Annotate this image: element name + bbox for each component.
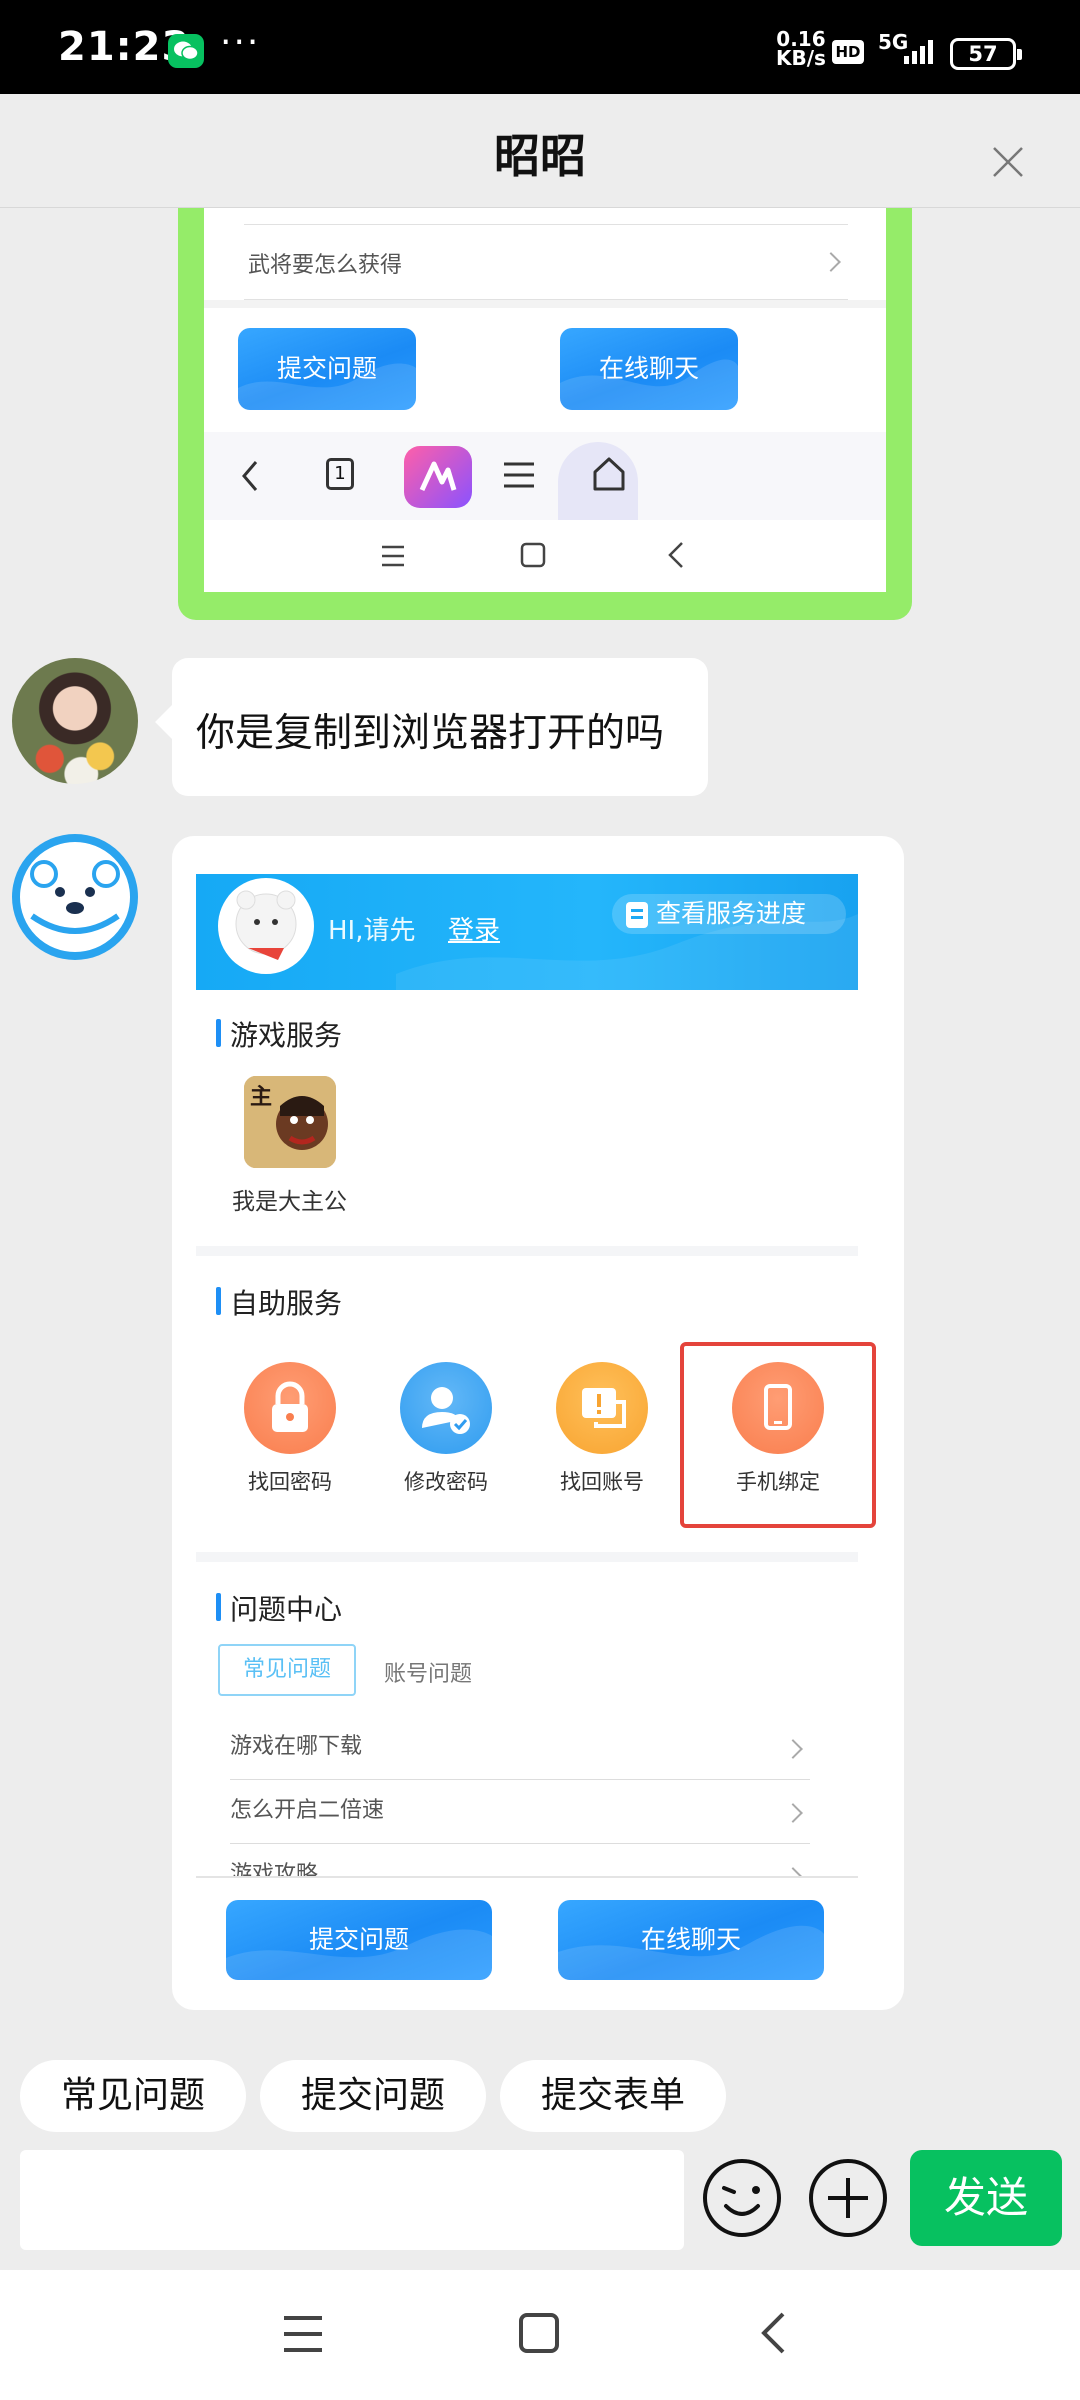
home-square-icon [520,542,546,568]
svg-text:主: 主 [250,1085,272,1110]
service-bot-avatar[interactable] [12,834,138,960]
browser-navbar: 1 [204,432,886,520]
back-icon [668,542,683,568]
emoji-icon[interactable] [700,2156,784,2244]
recents-icon[interactable] [282,2314,324,2354]
message-input[interactable] [20,2150,684,2250]
recents-icon [382,545,404,567]
submit-question-button-image: 提交问题 [226,1900,492,1980]
sent-screenshot-message[interactable]: 武将要怎么获得 提交问题 在线聊天 1 [178,208,912,620]
login-link: 登录 [448,916,501,946]
highlight-box [680,1342,876,1528]
send-button[interactable]: 发送 [910,2150,1062,2246]
back-icon[interactable] [758,2310,788,2356]
status-bar: 21:23 ··· 0.16 KB/s HD 5G 57 [0,0,1080,94]
tabs-icon: 1 [326,458,354,490]
service-banner: HI,请先 登录 查看服务进度 [196,874,858,990]
divider [196,1876,858,1878]
chat-header: 昭昭 [0,94,1080,208]
more-notifications-icon: ··· [220,22,261,63]
battery-indicator: 57 [950,38,1022,70]
service-progress-button: 查看服务进度 [612,894,846,934]
bear-mascot-icon [218,878,314,974]
quick-reply-submit-question[interactable]: 提交问题 [260,2060,486,2132]
close-icon[interactable] [992,146,1024,182]
tab-common-questions: 常见问题 [218,1644,356,1696]
service-recover-password: 找回密码 [230,1362,350,1496]
message-input-bar: 发送 [0,2150,1080,2270]
home-square-icon[interactable] [518,2312,560,2354]
question-item: 怎么开启二倍速 [230,1780,810,1844]
chat-title: 昭昭 [494,129,586,183]
browser-logo-icon [404,446,472,508]
message-text: 你是复制到浏览器打开的吗 [196,711,665,756]
section-divider [196,1246,858,1256]
submit-question-button-image: 提交问题 [238,328,416,410]
user-check-icon [400,1362,492,1454]
back-icon [242,461,258,491]
home-icon [593,457,625,491]
quick-reply-bar: 常见问题 提交问题 提交表单 [0,2040,1080,2150]
wechat-notification-icon [168,34,204,68]
chevron-right-icon [783,1803,803,1823]
hd-badge: HD [832,40,864,64]
received-screenshot-message[interactable]: HI,请先 登录 查看服务进度 游戏服务 主 我是大主公 自助服务 找回密码 修… [172,836,904,2010]
chevron-right-icon [821,252,841,272]
chevron-right-icon [783,1739,803,1759]
lock-icon [244,1362,336,1454]
menu-icon [504,462,534,488]
network-speed: 0.16 KB/s [776,27,826,70]
self-service-heading: 自助服务 [216,1282,342,1322]
document-icon [626,902,648,928]
contact-avatar[interactable] [12,658,138,784]
tab-account-questions: 账号问题 [384,1662,473,1687]
faq-list-item: 武将要怎么获得 [244,224,848,300]
question-item: 游戏在哪下载 [230,1716,810,1780]
question-item: 游戏攻略 [230,1844,810,1878]
login-greeting: HI,请先 [328,916,416,946]
account-alert-icon [556,1362,648,1454]
online-chat-button-image: 在线聊天 [558,1900,824,1980]
quick-reply-faq[interactable]: 常见问题 [20,2060,246,2132]
service-change-password: 修改密码 [386,1362,506,1496]
message-bubble[interactable]: 你是复制到浏览器打开的吗 [172,658,708,796]
screenshot-content: 武将要怎么获得 提交问题 在线聊天 1 [204,208,886,592]
online-chat-button-image: 在线聊天 [560,328,738,410]
game-name: 我是大主公 [232,1189,347,1215]
game-app-icon: 主 [244,1076,336,1168]
plus-icon[interactable] [806,2156,890,2244]
service-recover-account: 找回账号 [542,1362,662,1496]
section-divider [196,1552,858,1562]
signal-icon [898,36,942,72]
divider [204,300,886,308]
quick-reply-submit-form[interactable]: 提交表单 [500,2060,726,2132]
question-center-heading: 问题中心 [216,1588,342,1628]
system-navigation-bar [0,2270,1080,2400]
game-service-heading: 游戏服务 [216,1014,342,1054]
system-navbar-image [204,520,886,592]
